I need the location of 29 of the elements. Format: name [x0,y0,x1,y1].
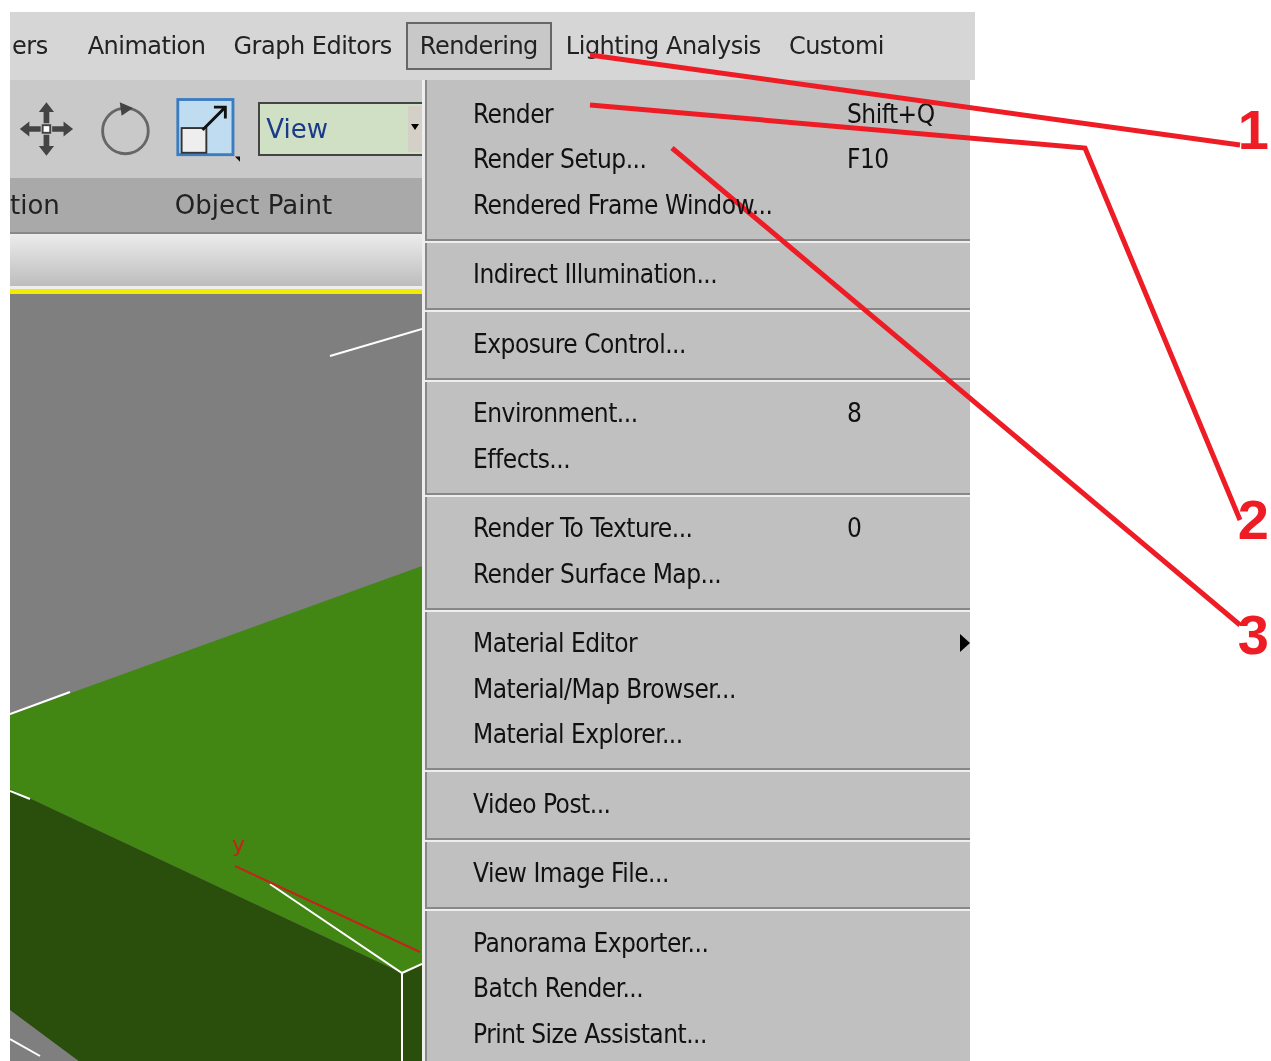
menu-item[interactable]: Graph Editors [219,22,406,70]
menu-item[interactable]: Batch Render... [425,965,970,1011]
view-dropdown[interactable]: View [258,102,422,156]
menu-item[interactable]: Indirect Illumination... [425,251,970,297]
menu-item[interactable]: Render Surface Map... [425,551,970,597]
callout-number: 2 [1237,492,1269,548]
menu-item[interactable]: Panorama Exporter... [425,920,970,966]
callout-number: 3 [1237,607,1269,663]
menu-item[interactable]: Material Editor [425,620,970,666]
menu-item[interactable]: Video Post... [425,781,970,827]
menu-item[interactable]: Render To Texture... 0 [425,505,970,551]
menu-item[interactable]: Animation [73,22,220,70]
menu-item[interactable]: Render Shift+Q [425,91,970,137]
menu-item[interactable]: Render Setup... F10 [425,136,970,182]
menu-item[interactable]: View Image File... [425,850,970,896]
menu-item[interactable]: Exposure Control... [425,321,970,367]
menu-item[interactable]: Rendering [405,22,552,70]
menu-item[interactable]: Material/Map Browser... [425,666,970,712]
callout-number: 1 [1237,102,1269,158]
menu-item[interactable]: ers [10,22,62,70]
menu-item[interactable]: Customi [774,22,898,70]
menu-item[interactable]: Lighting Analysis [551,22,775,70]
menu-item[interactable]: Material Explorer... [425,711,970,757]
menu-item[interactable]: Environment... 8 [425,390,970,436]
menu-item[interactable]: Effects... [425,436,970,482]
axis-label: y [232,834,246,856]
menu-item[interactable]: Print Size Assistant... [425,1011,970,1057]
ribbon-tab[interactable]: tion [10,190,60,220]
ribbon-tab[interactable]: Object Paint [174,190,333,220]
